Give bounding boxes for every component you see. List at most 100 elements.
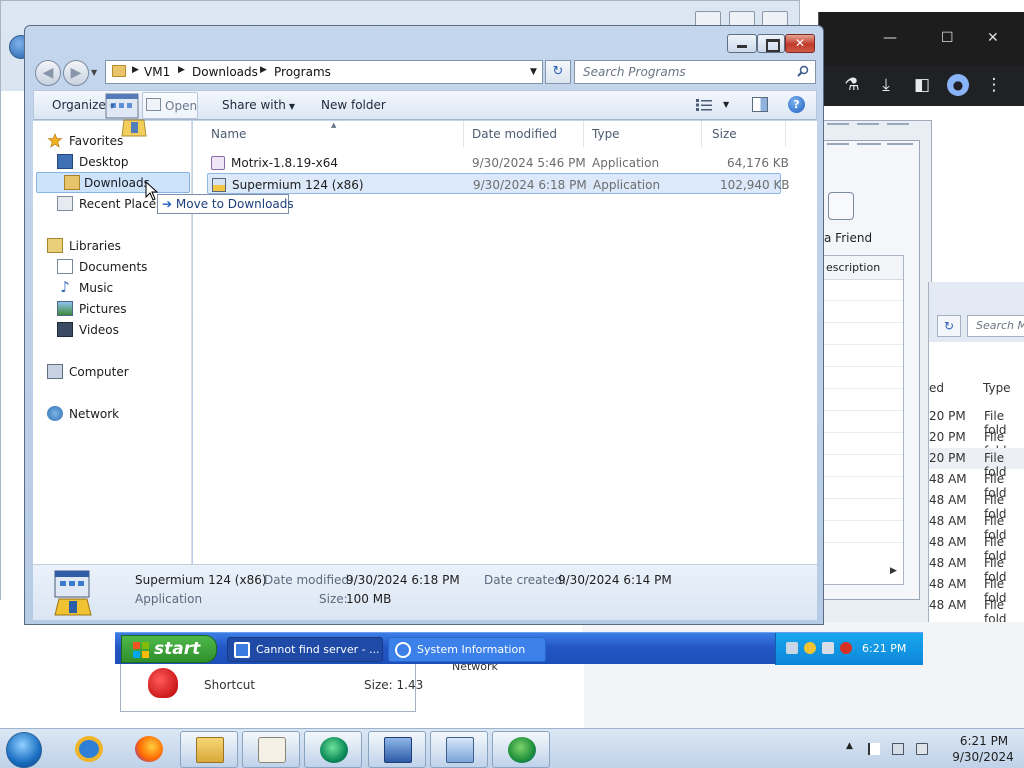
- network-icon[interactable]: [892, 743, 904, 755]
- alert-tray-icon[interactable]: [840, 642, 852, 654]
- security-shield-icon[interactable]: [804, 642, 816, 654]
- bg-list-item[interactable]: 48 AM File fold: [929, 511, 1024, 542]
- column-size[interactable]: Size: [712, 127, 737, 141]
- details-size-label: Size:: [319, 592, 348, 606]
- xp-task-browser[interactable]: Cannot find server - ...: [227, 637, 383, 662]
- bg-list-item[interactable]: 48 AM File fold: [929, 595, 1024, 626]
- start-orb-button[interactable]: [6, 732, 42, 768]
- search-placeholder: Search Programs: [583, 65, 686, 79]
- breadcrumb-chevron-icon[interactable]: ▶: [178, 65, 185, 75]
- breadcrumb-vm1[interactable]: VM1: [144, 65, 170, 79]
- description-column-header[interactable]: escription: [823, 256, 903, 280]
- refresh-button[interactable]: ↻: [545, 60, 571, 84]
- recent-pages-chevron-icon[interactable]: ▼: [91, 68, 97, 77]
- file-row-motrix[interactable]: Motrix-1.8.19-x64 9/30/2024 5:46 PM Appl…: [207, 152, 789, 173]
- breadcrumb-chevron-icon[interactable]: ▶: [260, 65, 267, 75]
- menu-kebab-icon[interactable]: ⋮: [983, 74, 1005, 96]
- system-tray: ▲ 6:21 PM 9/30/2024: [844, 729, 1024, 768]
- view-options-icon[interactable]: [696, 99, 712, 111]
- open-button[interactable]: Open: [142, 92, 198, 119]
- bg-list-item[interactable]: 48 AM File fold: [929, 490, 1024, 521]
- file-row-supermium[interactable]: Supermium 124 (x86) 9/30/2024 6:18 PM Ap…: [207, 173, 790, 194]
- bg-col-date[interactable]: ed: [929, 381, 944, 395]
- taskbar-windows-explorer[interactable]: [180, 731, 238, 768]
- bg-list-item[interactable]: 20 PMFile fold: [929, 427, 1024, 458]
- column-date-modified[interactable]: Date modified: [472, 127, 557, 141]
- bg-list-item[interactable]: 48 AM File fold: [929, 532, 1024, 563]
- network-tray-icon[interactable]: [786, 642, 798, 654]
- bg2-close-button[interactable]: [887, 123, 909, 125]
- taskbar-app-green[interactable]: [304, 731, 362, 768]
- browser-close-icon[interactable]: ✕: [987, 30, 999, 46]
- printer-tray-icon[interactable]: [822, 642, 834, 654]
- breadcrumb-downloads[interactable]: Downloads: [192, 65, 258, 79]
- close-button[interactable]: ✕: [785, 34, 815, 53]
- column-type[interactable]: Type: [592, 127, 620, 141]
- nav-documents[interactable]: Documents: [55, 257, 185, 277]
- nav-network[interactable]: Network: [45, 404, 185, 424]
- xp-clock[interactable]: 6:21 PM: [862, 642, 906, 655]
- organize-label: Organize: [52, 98, 106, 112]
- nav-libraries[interactable]: Libraries: [45, 236, 185, 256]
- bg3-minimize-button[interactable]: [827, 143, 849, 145]
- nav-videos[interactable]: Videos: [55, 320, 185, 340]
- bg-search-input[interactable]: Search M: [967, 315, 1024, 337]
- volume-muted-icon[interactable]: [916, 743, 928, 755]
- bg-list-item[interactable]: 48 AM File fold: [929, 553, 1024, 584]
- breadcrumb-chevron-icon[interactable]: ▶: [132, 65, 139, 75]
- bg-list-item[interactable]: 20 PMFile fold: [929, 448, 1024, 479]
- clock-date[interactable]: 9/30/2024: [946, 750, 1020, 764]
- taskbar-sysinfo[interactable]: [430, 731, 488, 768]
- download-icon[interactable]: ⤓: [875, 74, 897, 96]
- search-input[interactable]: Search Programs: [574, 60, 816, 84]
- taskbar-download-manager[interactable]: [492, 731, 550, 768]
- help-icon[interactable]: ?: [788, 96, 805, 113]
- scroll-right-icon[interactable]: ▶: [890, 566, 897, 576]
- address-dropdown-icon[interactable]: ▼: [530, 67, 537, 77]
- sidebar-icon[interactable]: ◧: [911, 74, 933, 96]
- action-center-flag-icon[interactable]: [868, 743, 880, 755]
- browser-maximize-icon[interactable]: ☐: [941, 30, 954, 46]
- nav-computer[interactable]: Computer: [45, 362, 185, 382]
- extensions-icon[interactable]: ⚗: [841, 74, 863, 96]
- profile-avatar-icon[interactable]: ●: [947, 74, 969, 96]
- share-with-button[interactable]: Share with ▼: [222, 98, 295, 112]
- documents-icon: [57, 259, 73, 274]
- preview-pane-icon[interactable]: [752, 97, 768, 112]
- view-dropdown-icon[interactable]: ▼: [723, 100, 729, 109]
- taskbar-media-player[interactable]: [242, 731, 300, 768]
- address-bar[interactable]: ▶ VM1 ▶ Downloads ▶ Programs ▼: [105, 60, 543, 84]
- search-icon[interactable]: [797, 65, 809, 77]
- nav-downloads[interactable]: Downloads: [36, 172, 190, 193]
- bg2-maximize-button[interactable]: [857, 123, 879, 125]
- column-name[interactable]: Name: [211, 127, 246, 141]
- media-player-icon: [258, 737, 286, 763]
- bg2-minimize-button[interactable]: [827, 123, 849, 125]
- forward-arrow-icon[interactable]: ▶: [63, 60, 89, 86]
- new-folder-button[interactable]: New folder: [321, 98, 386, 112]
- breadcrumb-programs[interactable]: Programs: [274, 65, 331, 79]
- nav-desktop[interactable]: Desktop: [55, 152, 185, 172]
- nav-music[interactable]: ♪ Music: [55, 278, 185, 298]
- taskbar-vm-window[interactable]: [368, 731, 426, 768]
- tell-a-friend-label[interactable]: a Friend: [824, 231, 872, 245]
- taskbar-internet-explorer[interactable]: [60, 731, 118, 768]
- maximize-button[interactable]: [757, 34, 785, 53]
- nav-pictures[interactable]: Pictures: [55, 299, 185, 319]
- bg-refresh-icon[interactable]: ↻: [937, 315, 961, 337]
- taskbar-firefox[interactable]: [120, 731, 178, 768]
- bg3-maximize-button[interactable]: [857, 143, 881, 145]
- bg-list-item[interactable]: 48 AM File fold: [929, 574, 1024, 605]
- bg-col-type[interactable]: Type: [983, 381, 1011, 395]
- xp-start-button[interactable]: start: [121, 635, 217, 663]
- xp-task-sysinfo[interactable]: System Information: [388, 637, 546, 662]
- bg-list-item[interactable]: 20 PMFile fold: [929, 406, 1024, 437]
- browser-minimize-icon[interactable]: —: [883, 30, 897, 46]
- shortcut-type-label: Shortcut: [204, 678, 256, 692]
- clock-time[interactable]: 6:21 PM: [954, 734, 1014, 748]
- show-hidden-icons-icon[interactable]: ▲: [846, 741, 858, 753]
- back-arrow-icon[interactable]: ◀: [35, 60, 61, 86]
- minimize-button[interactable]: [727, 34, 757, 53]
- bg-list-item[interactable]: 48 AM File fold: [929, 469, 1024, 500]
- bg3-close-button[interactable]: [887, 143, 913, 145]
